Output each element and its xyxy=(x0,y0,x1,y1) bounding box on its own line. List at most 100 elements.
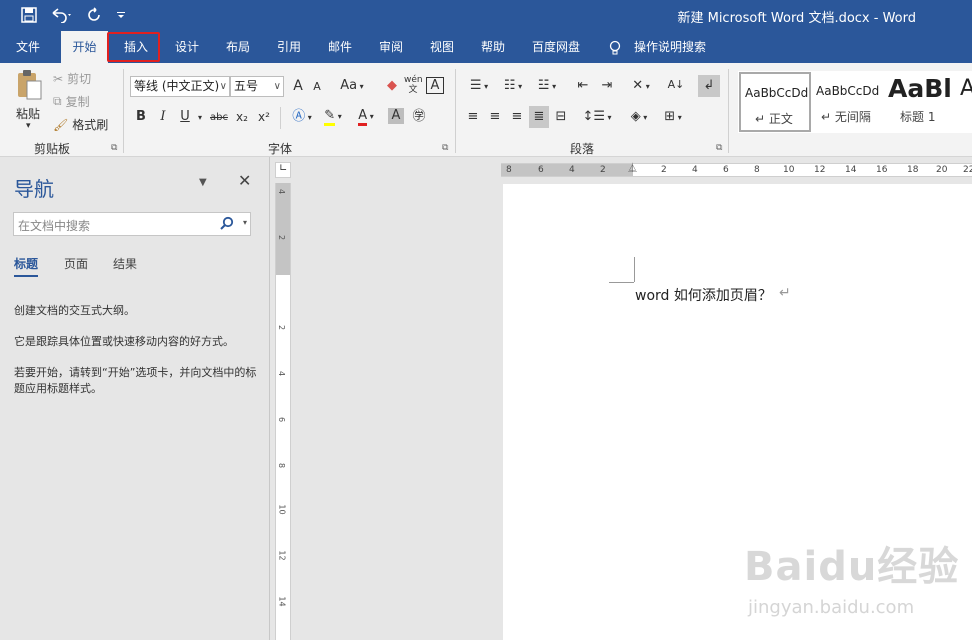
tab-help[interactable]: 帮助 xyxy=(481,31,505,63)
clear-formatting-icon[interactable]: ◆ xyxy=(383,77,401,95)
superscript-icon[interactable]: x² xyxy=(256,108,272,126)
customize-toolbar-icon[interactable] xyxy=(114,5,128,25)
ruler-number: 4 xyxy=(277,188,287,195)
style-heading-1-preview: AaBl xyxy=(888,74,952,103)
nav-options-icon[interactable]: ▼ xyxy=(199,177,207,188)
clipboard-launcher-icon[interactable]: ⧉ xyxy=(111,143,117,153)
paste-dropdown-icon[interactable]: ▾ xyxy=(26,121,31,131)
brush-icon: 🖌 xyxy=(53,117,69,132)
ruler-number: 6 xyxy=(538,165,544,175)
separator xyxy=(455,69,456,153)
save-icon[interactable] xyxy=(19,5,39,25)
watermark-url: jingyan.baidu.com xyxy=(748,597,915,618)
style-heading-2-preview[interactable]: A xyxy=(960,76,972,101)
bullets-icon[interactable]: ☰ ▾ xyxy=(464,77,494,96)
format-painter-button[interactable]: 🖌 格式刷 xyxy=(53,116,108,133)
highlight-color-icon[interactable]: ✎ ▾ xyxy=(318,107,348,126)
enclose-characters-icon[interactable]: ㊫ xyxy=(410,108,428,126)
decrease-indent-icon[interactable]: ⇤ xyxy=(573,77,593,95)
ruler-number: 8 xyxy=(277,462,287,469)
text-effects-icon[interactable]: Ⓐ ▾ xyxy=(288,108,316,127)
tab-view[interactable]: 视图 xyxy=(430,31,454,63)
phonetic-guide-icon[interactable]: wén 文 xyxy=(404,75,423,95)
change-case-icon[interactable]: Aa ▾ xyxy=(338,77,366,96)
nav-tab-results[interactable]: 结果 xyxy=(113,255,137,272)
multilevel-list-icon[interactable]: ☳ ▾ xyxy=(532,77,562,96)
increase-indent-icon[interactable]: ⇥ xyxy=(597,77,617,95)
font-size-combo[interactable]: 五号 ∨ xyxy=(230,76,284,97)
borders-icon[interactable]: ⊞ ▾ xyxy=(658,108,688,127)
nav-tab-headings[interactable]: 标题 xyxy=(14,255,39,277)
font-color-icon[interactable]: A ▾ xyxy=(352,107,380,126)
nav-help-text-1: 创建文档的交互式大纲。 xyxy=(14,304,135,317)
character-shading-icon[interactable]: A xyxy=(388,108,404,124)
subscript-icon[interactable]: x₂ xyxy=(234,108,250,126)
paste-icon[interactable] xyxy=(14,69,44,101)
ruler-number: 10 xyxy=(277,504,287,515)
redo-icon[interactable] xyxy=(84,5,104,25)
tab-layout[interactable]: 布局 xyxy=(226,31,250,63)
font-size-value: 五号 xyxy=(234,79,259,93)
nav-search-input[interactable]: 在文档中搜索 ▾ xyxy=(13,212,251,236)
ruler-number: 2 xyxy=(661,165,667,175)
grow-font-icon[interactable]: A xyxy=(290,77,306,95)
character-border-icon[interactable]: A xyxy=(426,77,444,94)
ruler-number: 20 xyxy=(936,165,948,175)
document-text[interactable]: word 如何添加页眉？ xyxy=(635,285,772,305)
paragraph-mark: ↵ xyxy=(779,285,791,301)
style-no-spacing-preview: AaBbCcDd xyxy=(816,84,880,98)
chevron-down-icon[interactable]: ▾ xyxy=(243,218,247,227)
horizontal-ruler[interactable]: 8 6 4 2 2 4 6 8 10 12 14 16 18 20 22 ⏅ xyxy=(501,163,972,177)
phonetic-label: wén xyxy=(404,75,423,85)
shading-icon[interactable]: ◈ ▾ xyxy=(624,108,654,127)
align-left-icon[interactable]: ≡ xyxy=(464,108,482,126)
align-center-icon[interactable]: ≡ xyxy=(486,108,504,126)
close-icon[interactable]: ✕ xyxy=(238,171,251,190)
tab-file[interactable]: 文件 xyxy=(16,31,40,63)
copy-icon: ⧉ xyxy=(53,94,62,108)
title-bar: 新建 Microsoft Word 文档.docx - Word xyxy=(0,0,972,31)
vertical-ruler[interactable]: 4 2 2 4 6 8 10 12 14 xyxy=(275,183,291,640)
ruler-number: 14 xyxy=(845,165,857,175)
paste-button[interactable]: 粘贴 xyxy=(16,105,40,122)
show-paragraph-marks-icon[interactable]: ↲ xyxy=(698,75,720,97)
nav-tab-pages[interactable]: 页面 xyxy=(64,255,88,272)
tab-home[interactable]: 开始 xyxy=(61,31,108,63)
line-spacing-icon[interactable]: ↕☰ ▾ xyxy=(582,108,612,127)
tab-mailings[interactable]: 邮件 xyxy=(328,31,352,63)
font-name-combo[interactable]: 等线 (中文正文) ∨ xyxy=(130,76,230,97)
tab-baidu-netdisk[interactable]: 百度网盘 xyxy=(532,31,580,63)
copy-button[interactable]: ⧉ 复制 xyxy=(53,93,90,110)
tab-design[interactable]: 设计 xyxy=(175,31,199,63)
justify-icon[interactable]: ≣ xyxy=(529,106,549,128)
indent-marker-icon[interactable]: ⏅ xyxy=(628,161,637,174)
font-launcher-icon[interactable]: ⧉ xyxy=(442,143,448,153)
strikethrough-icon[interactable]: abc xyxy=(208,109,230,127)
ribbon: 粘贴 ▾ ✂ 剪切 ⧉ 复制 🖌 格式刷 剪贴板 ⧉ 等线 (中文正文) ∨ 五号 ∨ A… xyxy=(0,63,972,157)
tab-selector[interactable]: ∟ xyxy=(275,162,291,178)
paragraph-launcher-icon[interactable]: ⧉ xyxy=(716,143,722,153)
distributed-icon[interactable]: ⊟ xyxy=(552,108,570,126)
ruler-number: 16 xyxy=(876,165,888,175)
undo-icon[interactable] xyxy=(48,5,76,25)
separator xyxy=(728,69,729,153)
shrink-font-icon[interactable]: A xyxy=(310,78,324,96)
cut-button[interactable]: ✂ 剪切 xyxy=(53,70,91,87)
style-normal[interactable]: AaBbCcDd ↵ 正文 xyxy=(739,72,811,132)
chinese-layout-icon[interactable]: ✕ ▾ xyxy=(626,77,656,96)
tab-references[interactable]: 引用 xyxy=(277,31,301,63)
scissors-icon: ✂ xyxy=(53,71,64,86)
bold-icon[interactable]: B xyxy=(134,108,148,126)
numbering-icon[interactable]: ☷ ▾ xyxy=(498,77,528,96)
ruler-number: 6 xyxy=(277,416,287,423)
underline-dropdown-icon[interactable]: ▾ xyxy=(195,109,205,127)
tab-review[interactable]: 审阅 xyxy=(379,31,403,63)
tell-me-search[interactable]: 操作说明搜索 xyxy=(634,31,706,63)
underline-icon[interactable]: U xyxy=(178,108,192,126)
search-icon[interactable] xyxy=(220,216,234,233)
align-right-icon[interactable]: ≡ xyxy=(508,108,526,126)
sort-icon[interactable]: A↓ xyxy=(666,76,686,94)
italic-icon[interactable]: I xyxy=(156,108,170,126)
style-no-spacing[interactable]: AaBbCcDd ↵ 无间隔 xyxy=(813,72,885,132)
style-heading-1[interactable]: AaBl 标题 1 xyxy=(886,72,958,132)
